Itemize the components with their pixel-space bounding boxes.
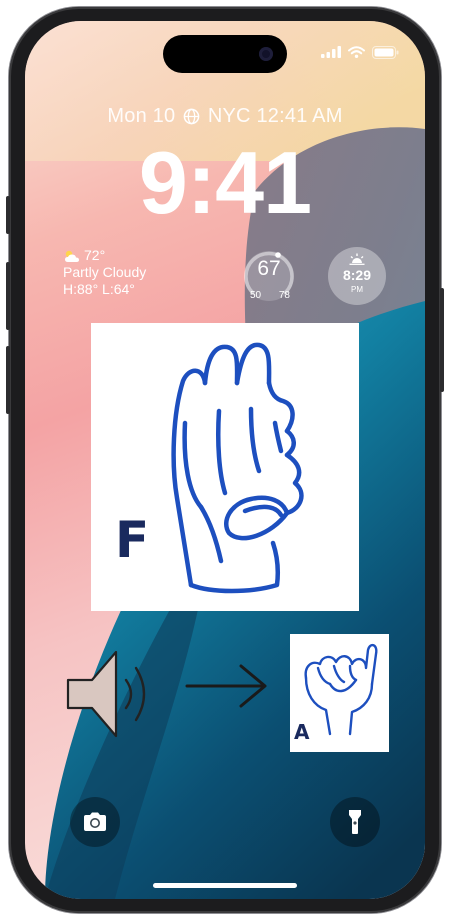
lock-date-line: Mon 10 NYC 12:41 AM <box>25 105 425 128</box>
weather-condition: Partly Cloudy <box>63 264 147 280</box>
cellular-signal-icon <box>321 46 341 58</box>
volume-down-button <box>6 346 10 414</box>
gauge-high: 78 <box>278 290 290 301</box>
speaker-icon[interactable] <box>64 646 160 742</box>
sunset-period: PM <box>351 285 363 294</box>
gauge-value: 67 <box>257 257 281 280</box>
partly-cloudy-icon <box>65 250 79 262</box>
sign-card-letter-f: F <box>91 323 359 611</box>
lock-clock[interactable]: 9:41 <box>25 133 425 233</box>
home-indicator[interactable] <box>153 883 297 888</box>
sign-letter-large: F <box>115 511 150 569</box>
flashlight-icon <box>349 810 361 834</box>
weather-temperature: 72° <box>84 247 106 263</box>
globe-icon <box>183 108 200 125</box>
location-text: NYC <box>207 105 251 128</box>
camera-icon <box>84 812 106 831</box>
flashlight-button[interactable] <box>330 797 380 847</box>
sunset-icon <box>349 253 365 265</box>
world-clock-time: 12:41 AM <box>256 105 343 128</box>
sign-letter-small: A <box>294 720 310 744</box>
sign-card-letter-a: A <box>290 634 389 752</box>
front-camera-icon <box>259 47 273 61</box>
wifi-icon <box>348 46 365 58</box>
camera-button[interactable] <box>70 797 120 847</box>
volume-up-button <box>6 262 10 330</box>
date-text: Mon 10 <box>107 105 176 128</box>
sunset-widget[interactable]: 8:29 PM <box>328 247 386 305</box>
gauge-low: 50 <box>250 290 262 301</box>
power-button <box>440 288 444 392</box>
gauge-widget[interactable]: 67 50 78 <box>240 247 298 305</box>
dynamic-island <box>163 35 287 73</box>
action-button <box>6 196 10 234</box>
sunset-time: 8:29 <box>342 267 372 283</box>
arrow-right-icon <box>185 664 267 708</box>
weather-high-low: H:88° L:64° <box>63 281 135 297</box>
status-bar <box>321 45 399 59</box>
battery-icon <box>372 45 399 59</box>
weather-widget[interactable]: 72° Partly Cloudy H:88° L:64° <box>63 247 146 298</box>
